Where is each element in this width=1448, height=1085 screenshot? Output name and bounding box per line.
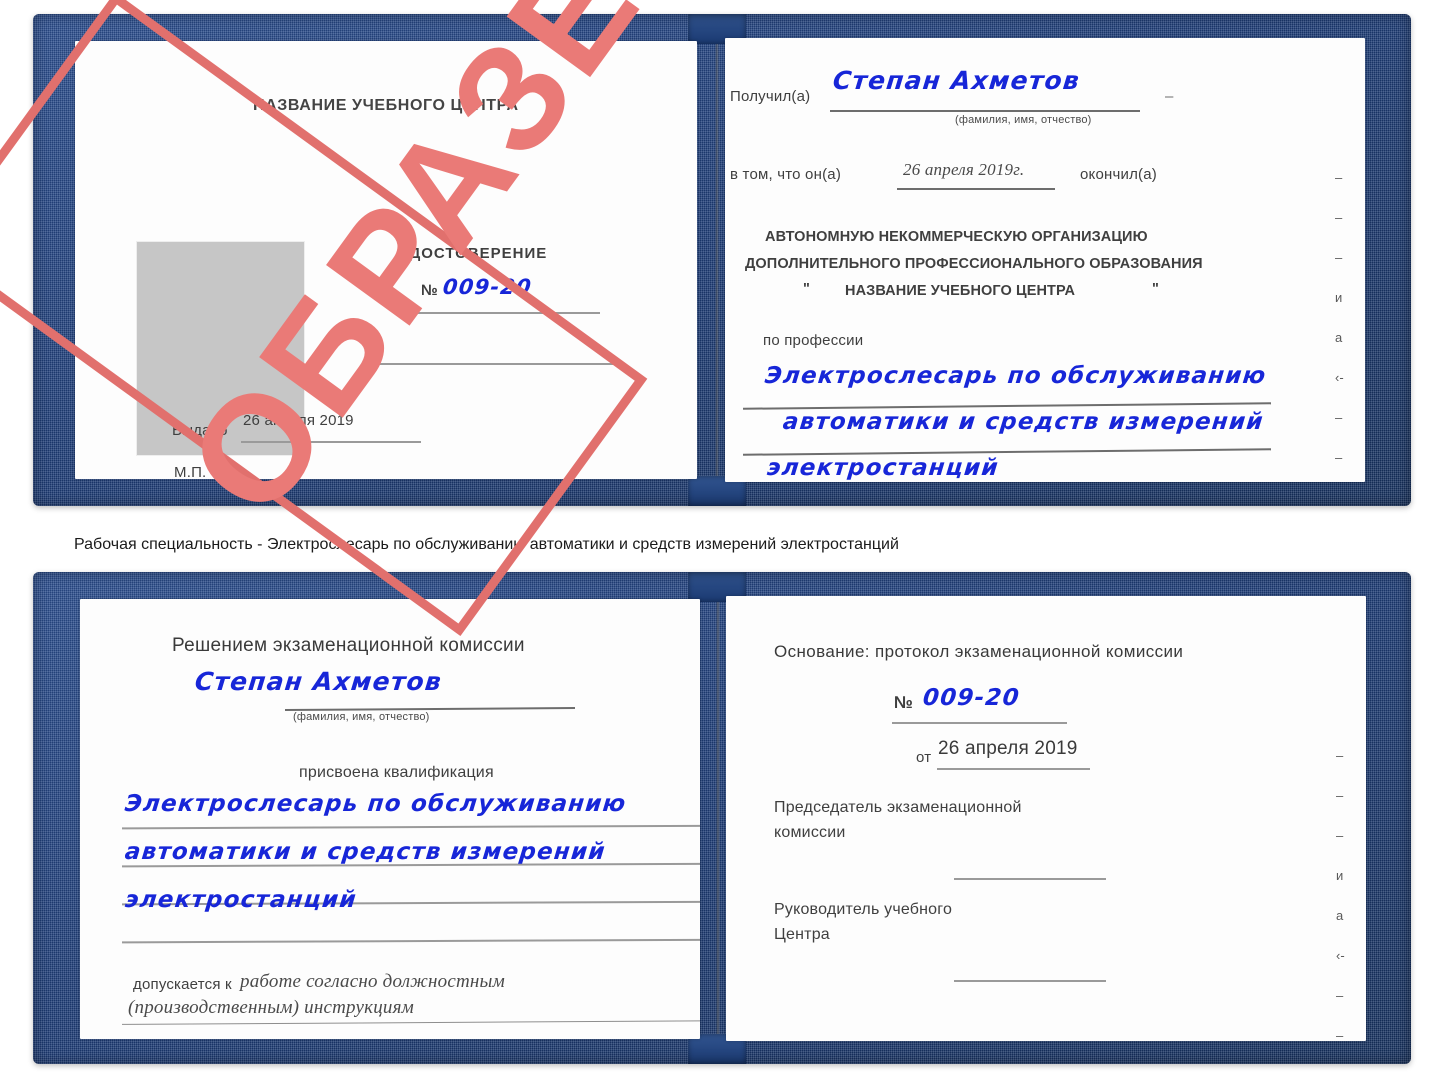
bottom-name-value: Степан Ахметов xyxy=(193,667,444,696)
that-he-label: в том, что он(а) xyxy=(730,166,842,183)
edge-fragment: – xyxy=(1335,450,1343,465)
profession-label: по профессии xyxy=(763,332,864,349)
edge-fragment: – xyxy=(1336,748,1344,763)
top-certificate-left-page: НАЗВАНИЕ УЧЕБНОГО ЦЕНТРА УДОСТОВЕРЕНИЕ №… xyxy=(75,41,697,479)
top-certificate-right-page: Получил(а) Степан Ахметов (фамилия, имя,… xyxy=(725,38,1365,482)
fio-hint-top: (фамилия, имя, отчество) xyxy=(955,114,1092,126)
head-line-2: Центра xyxy=(774,926,830,943)
org-name: НАЗВАНИЕ УЧЕБНОГО ЦЕНТРА xyxy=(845,283,1076,299)
certificate-bottom-cover: Решением экзаменационной комиссии Степан… xyxy=(33,572,1411,1064)
issued-label: Выдано xyxy=(172,422,228,439)
edge-fragment: и xyxy=(1335,290,1343,305)
edge-fragment: – xyxy=(1336,988,1344,1003)
commission-decision-heading: Решением экзаменационной комиссии xyxy=(172,635,525,656)
edge-fragment: ‹- xyxy=(1336,948,1345,963)
edge-fragment: – xyxy=(1335,250,1343,265)
edge-fragment: и xyxy=(1336,868,1344,883)
protocol-from-rule xyxy=(937,768,1090,770)
edge-fragment: – xyxy=(1335,478,1344,482)
protocol-from-value: 26 апреля 2019 xyxy=(938,738,1078,759)
profession-line-1: Электрослесарь по обслуживанию xyxy=(763,363,1268,389)
document-type-label: УДОСТОВЕРЕНИЕ xyxy=(400,245,548,262)
image-caption: Рабочая специальность - Электрослесарь п… xyxy=(74,536,899,553)
finished-label: окончил(а) xyxy=(1080,166,1157,183)
qualification-line-1: Электрослесарь по обслуживанию xyxy=(123,791,628,817)
chairman-line-1: Председатель экзаменационной xyxy=(774,799,1022,816)
head-line-1: Руководитель учебного xyxy=(774,901,953,918)
qualification-rule-3 xyxy=(121,938,700,944)
protocol-from-label: от xyxy=(916,749,932,766)
qualification-line-3: электростанций xyxy=(123,887,359,913)
edge-fragment: – xyxy=(1335,210,1343,225)
edge-fragment: – xyxy=(1335,410,1343,425)
edge-fragment: а xyxy=(1336,908,1344,923)
qualification-label: присвоена квалификация xyxy=(299,764,494,781)
book-spine-top xyxy=(715,44,719,476)
certificate-top-cover: НАЗВАНИЕ УЧЕБНОГО ЦЕНТРА УДОСТОВЕРЕНИЕ №… xyxy=(0,0,1411,637)
edge-fragment: – xyxy=(1336,828,1344,843)
bottom-certificate-right-page: Основание: протокол экзаменационной коми… xyxy=(726,596,1366,1041)
edge-fragment: – xyxy=(1336,1028,1344,1041)
edge-fragment: а xyxy=(1335,330,1343,345)
received-label: Получил(а) xyxy=(730,88,811,105)
fio-hint-bottom: (фамилия, имя, отчество) xyxy=(293,711,430,723)
org-quote-close: " xyxy=(1152,281,1160,297)
allowed-label: допускается к xyxy=(133,976,232,993)
dash-fragment-1: – xyxy=(1165,88,1174,105)
qualification-rule-1 xyxy=(121,824,700,830)
number-label: № xyxy=(421,282,438,299)
chairman-signature-rule xyxy=(954,878,1106,880)
org-line-2: ДОПОЛНИТЕЛЬНОГО ПРОФЕССИОНАЛЬНОГО ОБРАЗО… xyxy=(745,256,1203,272)
issued-date-value: 26 апреля 2019 xyxy=(243,412,354,429)
bottom-certificate-left-page: Решением экзаменационной комиссии Степан… xyxy=(80,599,700,1039)
org-quote-open: " xyxy=(803,281,811,297)
issued-rule xyxy=(241,441,421,443)
edge-fragment: – xyxy=(1336,788,1344,803)
seal-label: М.П. xyxy=(174,464,207,479)
qualification-line-2: автоматики и средств измерений xyxy=(123,839,608,865)
received-rule xyxy=(830,110,1140,112)
received-name-value: Степан Ахметов xyxy=(831,66,1082,95)
completion-date-value: 26 апреля 2019г. xyxy=(903,160,1025,179)
edge-fragment: – xyxy=(1335,170,1343,185)
basis-label: Основание: протокол экзаменационной коми… xyxy=(774,642,1184,661)
chairman-line-2: комиссии xyxy=(774,824,846,841)
org-line-1: АВТОНОМНУЮ НЕКОММЕРЧЕСКУЮ ОРГАНИЗАЦИЮ xyxy=(765,229,1148,245)
protocol-number-label: № xyxy=(894,693,914,712)
allowed-value-line-1: работе согласно должностным xyxy=(240,971,505,992)
edge-fragment: ‹- xyxy=(1335,370,1344,385)
blank-rule-middle xyxy=(375,363,615,365)
completion-date-rule xyxy=(897,188,1055,190)
number-rule xyxy=(415,312,600,314)
head-signature-rule xyxy=(954,980,1106,982)
training-center-heading: НАЗВАНИЕ УЧЕБНОГО ЦЕНТРА xyxy=(253,97,519,114)
edge-fragments-top: – – – и а ‹- – – – xyxy=(1335,158,1344,482)
certificate-number-value: 009-20 xyxy=(441,275,534,299)
protocol-number-value: 009-20 xyxy=(921,685,1022,711)
allowed-value-line-2: (производственным) инструкциям xyxy=(128,997,414,1018)
profession-line-3: электростанций xyxy=(765,455,1001,481)
profession-line-2: автоматики и средств измерений xyxy=(781,409,1266,435)
book-spine-bottom xyxy=(716,602,720,1034)
protocol-number-rule xyxy=(892,722,1067,724)
edge-fragments-bottom: – – – и а ‹- – – xyxy=(1336,736,1345,1041)
allowed-rule-1 xyxy=(122,1020,700,1026)
